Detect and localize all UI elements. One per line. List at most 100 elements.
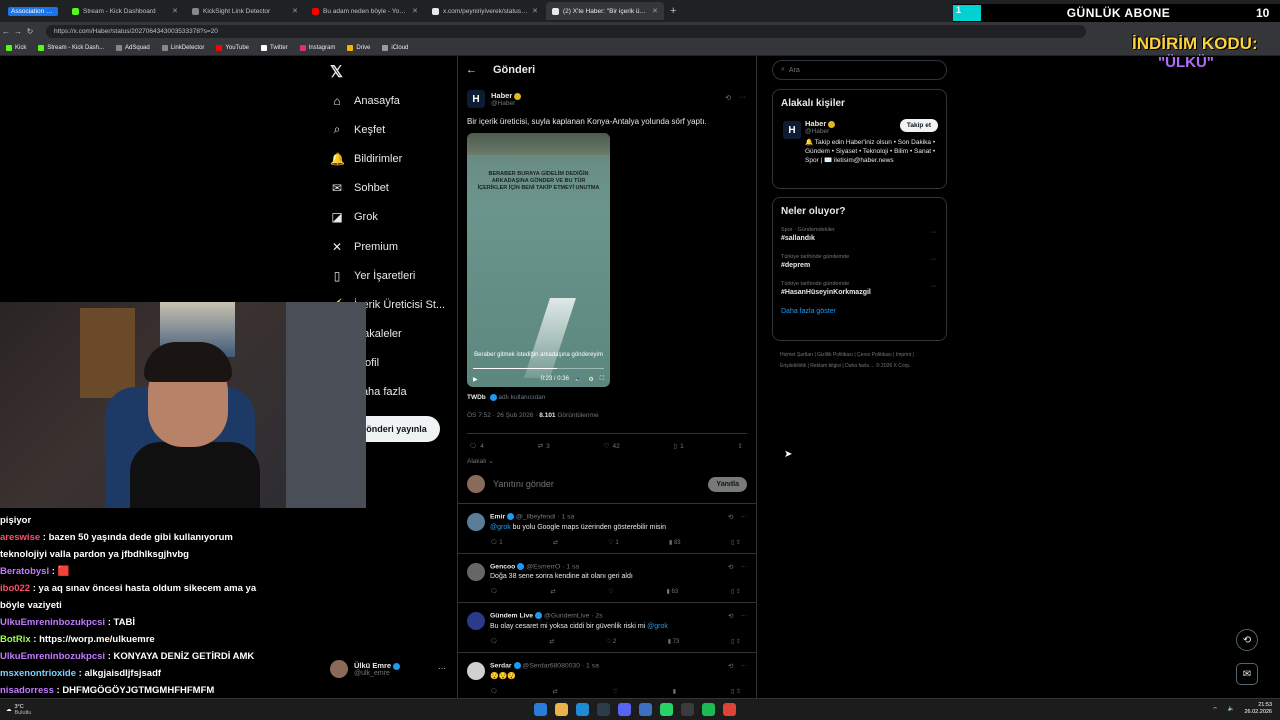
obs-icon[interactable] <box>681 703 694 716</box>
trend-item[interactable]: Türkiye tarihinde gündemde #HasanHüseyinK… <box>773 275 946 302</box>
views-icon[interactable]: ▮ <box>673 688 676 695</box>
bookmark-button[interactable]: ▯ 1 <box>674 442 684 451</box>
browser-tab[interactable]: (2) X'te Haber: "Bir içerik üretici...✕ <box>546 2 664 20</box>
more-icon[interactable]: ··· <box>741 563 748 571</box>
bookmark-item[interactable]: Instagram <box>299 44 335 51</box>
close-tab-icon[interactable]: ✕ <box>652 7 658 15</box>
clock[interactable]: 21:53 26.02.2026 <box>1244 702 1272 716</box>
bookmark-item[interactable]: Stream - Kick Dash... <box>38 44 104 51</box>
related-person[interactable]: H Haber @Haber 🔔 Takip edin Haber'iniz o… <box>773 113 946 171</box>
settings-icon[interactable]: ⚙ <box>588 376 593 383</box>
reply-icon[interactable]: 🗨 <box>490 588 498 595</box>
more-icon[interactable]: ··· <box>741 513 748 521</box>
follow-button[interactable]: Takip et <box>899 119 938 132</box>
bookmark-icon[interactable]: ▯ ⇪ <box>731 539 741 546</box>
reply-item[interactable]: Gündem Live @GundemLive · 2s Bu olay cesa… <box>458 603 756 653</box>
grok-icon[interactable]: ⟲ <box>728 513 733 521</box>
x-logo-icon[interactable]: 𝕏 <box>330 62 343 82</box>
browser-tab[interactable]: x.com/peyniriyiverek/status/2026... ✕ <box>426 2 544 20</box>
chat-username[interactable]: areswise <box>0 532 40 543</box>
back-arrow-icon[interactable]: ← <box>466 64 477 76</box>
post-video[interactable]: BERABER BURAYA GİDELİM DEDİĞİN ARKADAŞIN… <box>467 133 610 387</box>
bookmark-item[interactable]: Drive <box>347 44 370 51</box>
browser-tab[interactable]: Stream - Kick Dashboard ✕ <box>66 2 184 20</box>
close-tab-icon[interactable]: ✕ <box>292 7 298 15</box>
nav-item-premium[interactable]: ✕ Premium <box>330 232 445 261</box>
nav-item-yer-i-şaretleri[interactable]: ▯ Yer İşaretleri <box>330 261 445 290</box>
bookmark-item[interactable]: YouTube <box>216 44 249 51</box>
grok-icon[interactable]: ⟲ <box>728 662 733 670</box>
chat-username[interactable]: ibo022 <box>0 583 30 594</box>
mention-link[interactable]: @grok <box>490 524 511 531</box>
bookmark-item[interactable]: AdSquad <box>116 44 150 51</box>
chat-username[interactable]: UlkuEmreninbozukpcsi <box>0 651 105 662</box>
views-icon[interactable]: ▮ 73 <box>668 638 680 645</box>
search-input[interactable]: ⌕ Ara <box>772 60 947 80</box>
file-explorer-icon[interactable] <box>555 703 568 716</box>
repost-icon[interactable]: ⇄ <box>553 539 558 546</box>
browser-tab[interactable]: Bu adam neden böyle - YouTube ✕ <box>306 2 424 20</box>
browser-tab[interactable]: Association Football <box>2 2 64 20</box>
whatsapp-icon[interactable] <box>660 703 673 716</box>
heart-icon[interactable]: ♡ 1 <box>608 539 618 546</box>
wifi-icon[interactable]: ⌔ <box>1212 706 1217 713</box>
volume-icon[interactable]: 🔈 <box>1228 706 1235 712</box>
chat-username[interactable]: msxenontrioxide <box>0 668 76 679</box>
bookmark-item[interactable]: Kick <box>6 44 26 51</box>
more-icon[interactable]: ··· <box>930 229 937 236</box>
repost-icon[interactable]: ⇄ <box>549 638 554 645</box>
chat-username[interactable]: BotRix <box>0 634 31 645</box>
more-icon[interactable]: ··· <box>739 94 746 102</box>
heart-icon[interactable]: ♡ <box>608 588 613 595</box>
chat-username[interactable]: UlkuEmreninbozukpcsi <box>0 617 105 628</box>
heart-icon[interactable]: ♡ <box>612 688 617 695</box>
nav-item-keşfet[interactable]: ⌕ Keşfet <box>330 115 445 144</box>
messages-icon[interactable]: ✉ <box>1236 663 1258 685</box>
account-switcher[interactable]: Ülkü Emre @ulk_emre ··· <box>330 660 446 678</box>
bookmark-icon[interactable]: ▯ ⇪ <box>731 638 741 645</box>
bookmark-icon[interactable]: ▯ ⇪ <box>731 688 741 695</box>
spotify-icon[interactable] <box>702 703 715 716</box>
reply-item[interactable]: Emir @_llbeyfendi · 1 sa @grok bu yolu Go… <box>458 504 756 554</box>
discord-icon[interactable] <box>618 703 631 716</box>
repost-button[interactable]: ⇄ 3 <box>538 442 550 451</box>
bookmark-item[interactable]: Twitter <box>261 44 288 51</box>
more-icon[interactable]: ··· <box>438 664 446 673</box>
close-tab-icon[interactable]: ✕ <box>172 7 178 15</box>
edge-icon[interactable] <box>576 703 589 716</box>
chat-username[interactable]: Beratobysl <box>0 566 49 577</box>
more-icon[interactable]: ··· <box>930 283 937 290</box>
mention-link[interactable]: @grok <box>647 623 668 630</box>
reply-item[interactable]: Serdar @Serdar68080030 · 1 sa 😯😯😯 🗨 ⇄ ♡ ▮ ▯… <box>458 653 756 703</box>
play-icon[interactable]: ▶ <box>473 376 478 383</box>
close-tab-icon[interactable]: ✕ <box>412 7 418 15</box>
reply-icon[interactable]: 🗨 <box>490 688 498 695</box>
reload-icon[interactable]: ↻ <box>24 27 36 36</box>
new-tab-icon[interactable]: + <box>670 5 676 17</box>
browser-tab[interactable]: KickSight Link Detector ✕ <box>186 2 304 20</box>
more-icon[interactable]: ··· <box>930 256 937 263</box>
show-more-link[interactable]: Daha fazla göster <box>773 302 946 325</box>
sort-replies-dropdown[interactable]: Alakalı ⌄ <box>467 457 747 465</box>
steam-icon[interactable] <box>597 703 610 716</box>
repost-icon[interactable]: ⇄ <box>553 688 558 695</box>
repost-icon[interactable]: ⇄ <box>550 588 555 595</box>
nav-item-anasayfa[interactable]: ⌂ Anasayfa <box>330 86 445 115</box>
footer-links[interactable]: Hizmet Şartları | Gizlilik Politikası | … <box>780 350 940 372</box>
video-source[interactable]: TWDb adlı kullanıcıdan <box>467 394 747 401</box>
app-icon[interactable] <box>639 703 652 716</box>
reply-icon[interactable]: 🗨 1 <box>490 539 503 546</box>
views-icon[interactable]: ▮ 83 <box>669 539 681 546</box>
chrome-icon[interactable] <box>723 703 736 716</box>
reply-button[interactable]: 🗨 4 <box>469 442 484 451</box>
grok-icon[interactable]: ⟲ <box>725 94 731 102</box>
reply-submit-button[interactable]: Yanıtla <box>708 476 747 492</box>
share-button[interactable]: ⇪ <box>738 442 743 450</box>
nav-item-bildirimler[interactable]: 🔔 Bildirimler <box>330 144 445 173</box>
fullscreen-icon[interactable]: ⛶ <box>600 376 604 383</box>
nav-item-grok[interactable]: ◪ Grok <box>330 203 445 232</box>
back-icon[interactable]: ← <box>0 27 12 36</box>
grok-icon[interactable]: ⟲ <box>728 563 733 571</box>
views-icon[interactable]: ▮ 63 <box>666 588 678 595</box>
post-author[interactable]: H Haber @Haber <box>467 90 747 108</box>
